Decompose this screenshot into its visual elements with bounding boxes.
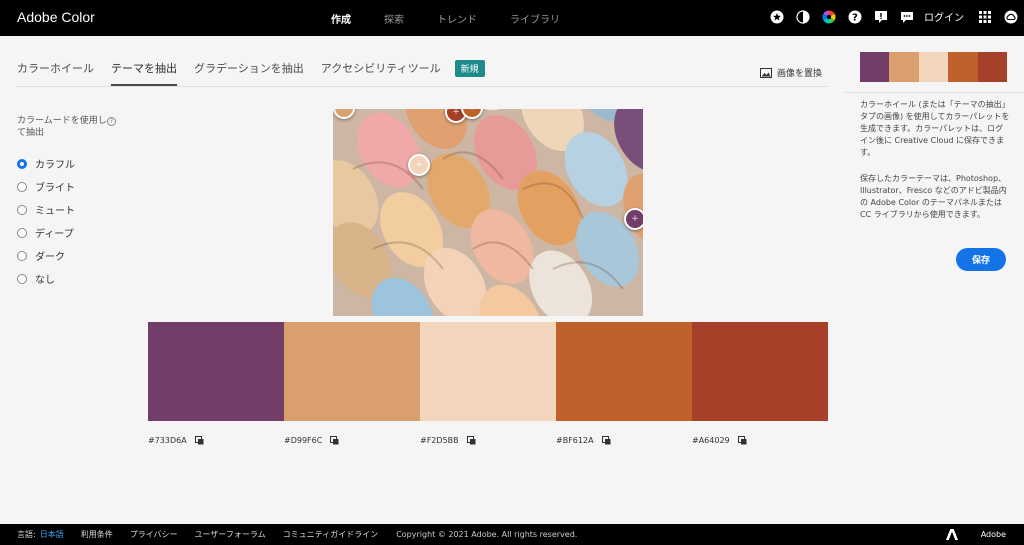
color-theme-swatches [148, 322, 828, 421]
tool-tabs: カラーホイール テーマを抽出 グラデーションを抽出 アクセシビリティツール 新規 [17, 59, 485, 86]
tab-extract-gradient[interactable]: グラデーションを抽出 [194, 60, 304, 86]
footer-link-privacy[interactable]: プライバシー [130, 529, 178, 540]
adobe-logo-icon [945, 529, 958, 540]
copy-icon[interactable] [330, 436, 339, 445]
preview-swatch-1 [860, 52, 890, 82]
tabs-divider [17, 86, 827, 87]
radio-icon[interactable] [17, 204, 27, 215]
apps-grid-icon[interactable] [978, 10, 992, 24]
nav-libraries[interactable]: ライブラリ [510, 11, 560, 26]
radio-icon[interactable] [17, 227, 27, 238]
mood-option-label: ブライト [35, 183, 75, 194]
svg-text:?: ? [852, 12, 858, 23]
macaron-photo [333, 109, 643, 316]
tab-accessibility-tools[interactable]: アクセシビリティツール [321, 60, 441, 86]
creative-cloud-icon[interactable] [1004, 10, 1018, 24]
mood-option-muted[interactable]: ミュート [17, 198, 75, 221]
hex-code-item: #F2D5BB [420, 436, 556, 445]
app-title[interactable]: Adobe Color [17, 9, 95, 25]
color-mood-options: カラフル ブライト ミュート ディープ ダーク なし [17, 152, 75, 290]
color-mood-title: カラームードを使用して抽出 [17, 116, 107, 138]
hex-code-item: #A64029 [692, 436, 828, 445]
swatch-4[interactable] [556, 322, 692, 421]
radio-icon[interactable] [17, 250, 27, 261]
panel-divider [845, 92, 1024, 93]
help-icon[interactable]: ? [848, 10, 862, 24]
mood-option-deep[interactable]: ディープ [17, 221, 75, 244]
nav-explore[interactable]: 探索 [384, 11, 404, 26]
hex-code[interactable]: #F2D5BB [420, 436, 459, 445]
swatch-1[interactable] [148, 322, 284, 421]
color-picker-marker-5[interactable]: + [624, 208, 643, 230]
swatch-2[interactable] [284, 322, 420, 421]
replace-image-button[interactable]: 画像を置換 [760, 66, 822, 79]
nav-create[interactable]: 作成 [331, 11, 351, 26]
replace-image-label: 画像を置換 [777, 69, 823, 79]
hex-code[interactable]: #A64029 [692, 436, 730, 445]
language-selector[interactable]: 言語: 日本語 [17, 529, 64, 540]
hex-code-item: #733D6A [148, 436, 284, 445]
hex-code-item: #BF612A [556, 436, 692, 445]
image-icon [760, 67, 772, 78]
save-button[interactable]: 保存 [956, 248, 1006, 271]
source-image[interactable]: + + + + + [333, 109, 643, 316]
mood-option-none[interactable]: なし [17, 267, 75, 290]
theme-preview [860, 52, 1008, 82]
mood-option-dark[interactable]: ダーク [17, 244, 75, 267]
copy-icon[interactable] [737, 436, 747, 445]
swatch-5[interactable] [692, 322, 828, 421]
swatch-3[interactable] [420, 322, 556, 421]
copy-icon[interactable] [194, 436, 204, 445]
preview-swatch-5 [977, 52, 1008, 82]
adobe-brand[interactable]: Adobe [945, 529, 1006, 540]
mood-option-label: カラフル [35, 160, 75, 171]
hex-code-item: #D99F6C [284, 436, 420, 445]
mood-option-label: なし [35, 275, 55, 286]
copy-icon[interactable] [601, 436, 611, 445]
panel-description-1: カラーホイール (または「テーマの抽出」タブの画像) を使用してカラーパレットを… [860, 100, 1010, 157]
language-value[interactable]: 日本語 [40, 530, 64, 539]
star-icon[interactable] [770, 10, 784, 24]
mood-option-label: ミュート [35, 206, 75, 217]
copy-icon[interactable] [466, 436, 476, 445]
hex-code[interactable]: #733D6A [148, 436, 187, 445]
info-icon[interactable]: ? [107, 117, 116, 126]
footer-link-guidelines[interactable]: コミュニティガイドライン [283, 529, 379, 540]
mood-option-bright[interactable]: ブライト [17, 175, 75, 198]
new-badge: 新規 [454, 59, 485, 77]
half-moon-icon[interactable] [796, 9, 810, 24]
main-nav: 作成 探索 トレンド ライブラリ [331, 11, 593, 26]
chat-icon[interactable] [900, 10, 914, 24]
color-picker-marker-4[interactable]: + [408, 154, 430, 176]
footer: 言語: 日本語 利用条件 プライバシー ユーザーフォーラム コミュニティガイドライ… [0, 524, 1024, 545]
radio-checked-icon[interactable] [17, 158, 27, 169]
hex-code[interactable]: #BF612A [556, 436, 594, 445]
tab-color-wheel[interactable]: カラーホイール [17, 60, 94, 86]
footer-link-terms[interactable]: 利用条件 [81, 529, 113, 540]
tab-extract-theme[interactable]: テーマを抽出 [111, 60, 177, 86]
radio-icon[interactable] [17, 181, 27, 192]
preview-swatch-2 [889, 52, 919, 82]
mood-option-label: ダーク [35, 252, 65, 263]
color-wheel-icon[interactable] [822, 10, 836, 24]
login-link[interactable]: ログイン [924, 9, 964, 24]
mood-option-colorful[interactable]: カラフル [17, 152, 75, 175]
copyright: Copyright © 2021 Adobe. All rights reser… [396, 530, 578, 539]
panel-description-2: 保存したカラーテーマは、Photoshop、Illustrator、Fresco… [860, 174, 1007, 219]
mood-option-label: ディープ [35, 229, 74, 240]
alert-icon[interactable] [874, 10, 888, 24]
preview-swatch-3 [918, 52, 949, 82]
header-icons: ? ログイン [758, 9, 1018, 24]
preview-swatch-4 [948, 52, 978, 82]
radio-icon[interactable] [17, 273, 27, 284]
nav-trends[interactable]: トレンド [437, 11, 477, 26]
footer-link-forum[interactable]: ユーザーフォーラム [195, 529, 266, 540]
language-label: 言語: [17, 530, 36, 539]
hex-code[interactable]: #D99F6C [284, 436, 322, 445]
adobe-label: Adobe [980, 530, 1006, 539]
top-bar: Adobe Color 作成 探索 トレンド ライブラリ ? ログイン [0, 0, 1024, 36]
hex-codes: #733D6A #D99F6C #F2D5BB #BF612A #A64029 [148, 436, 828, 445]
